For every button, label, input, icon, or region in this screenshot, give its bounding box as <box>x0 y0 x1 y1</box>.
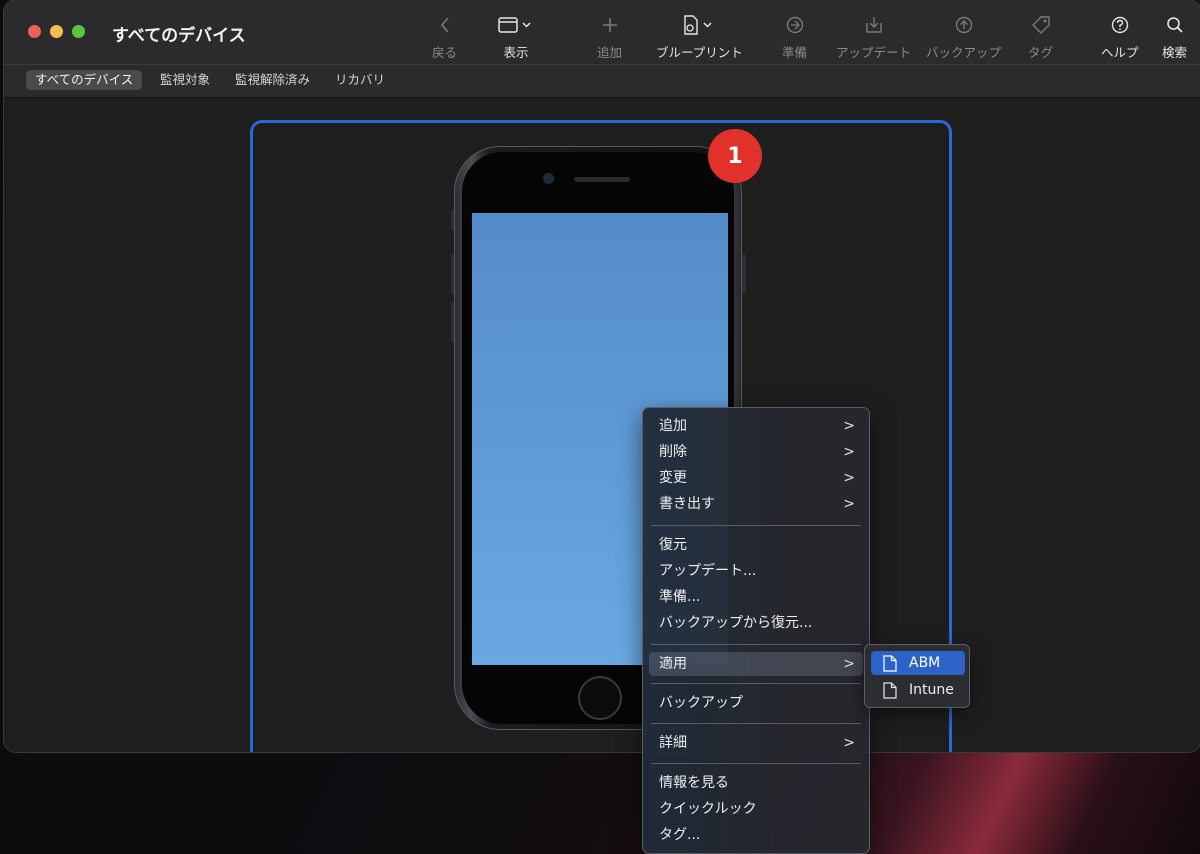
menu-item-label: 書き出す <box>659 496 715 512</box>
filter-tabbar: すべてのデバイス 監視対象 監視解除済み リカバリ <box>4 65 1200 98</box>
front-camera-icon <box>544 174 553 183</box>
zoom-window-button[interactable] <box>72 25 85 38</box>
menu-separator <box>651 763 861 764</box>
menu-item-label: 詳細 <box>659 735 687 751</box>
help-button[interactable]: ヘルプ <box>1101 14 1139 61</box>
blueprint-icon <box>682 14 716 36</box>
backup-button[interactable]: バックアップ <box>926 14 1001 61</box>
add-label: 追加 <box>597 45 623 60</box>
backup-label: バックアップ <box>926 45 1002 60</box>
window-view-icon <box>498 14 534 36</box>
close-window-button[interactable] <box>28 25 41 38</box>
help-label: ヘルプ <box>1101 45 1139 60</box>
menu-separator <box>651 683 861 684</box>
menu-item-add[interactable]: 追加 > <box>649 414 863 438</box>
menu-item-label: 適用 <box>659 656 687 672</box>
window-title: すべてのデバイス <box>112 26 246 46</box>
tag-icon <box>1031 14 1051 36</box>
menu-item-label: 削除 <box>659 444 687 460</box>
chevron-right-icon: > <box>843 470 855 486</box>
chevron-right-icon: > <box>843 496 855 512</box>
menu-separator <box>651 644 861 645</box>
menu-separator <box>651 723 861 724</box>
menu-item-backup[interactable]: バックアップ <box>649 691 863 715</box>
tab-supervised[interactable]: 監視対象 <box>151 70 219 90</box>
tab-unsupervised[interactable]: 監視解除済み <box>226 70 319 90</box>
device-count-badge: 1 <box>708 129 762 183</box>
menu-item-change[interactable]: 変更 > <box>649 466 863 490</box>
chevron-right-icon: > <box>843 444 855 460</box>
menu-item-export[interactable]: 書き出す > <box>649 492 863 516</box>
menu-item-restore[interactable]: 復元 <box>649 533 863 557</box>
submenu-item-intune[interactable]: Intune <box>871 678 965 702</box>
tab-recovery[interactable]: リカバリ <box>326 70 394 90</box>
menu-item-apply[interactable]: 適用 > <box>649 652 863 676</box>
minimize-window-button[interactable] <box>50 25 63 38</box>
chevron-right-icon: > <box>843 418 855 434</box>
menu-separator <box>651 525 861 526</box>
chevron-right-icon: > <box>843 735 855 751</box>
apply-submenu: ABM Intune <box>864 644 970 708</box>
menu-item-update[interactable]: アップデート... <box>649 559 863 583</box>
chevron-left-icon <box>439 14 451 36</box>
document-icon <box>883 682 897 707</box>
toolbar: すべてのデバイス 戻る 表示 追加 ブループリント 準備 アップデート バックア… <box>4 0 1200 65</box>
update-label: アップデート <box>836 45 912 60</box>
tag-label: タグ <box>1028 45 1054 60</box>
help-icon <box>1111 14 1129 36</box>
submenu-item-label: Intune <box>909 682 954 698</box>
context-menu: 追加 > 削除 > 変更 > 書き出す > 復元 アップデート... 準備... バック… <box>642 407 870 854</box>
back-button[interactable]: 戻る <box>432 14 457 61</box>
view-label: 表示 <box>503 45 529 60</box>
home-button <box>578 676 622 720</box>
tab-all-devices[interactable]: すべてのデバイス <box>26 70 143 90</box>
power-button <box>742 254 746 294</box>
plus-icon <box>602 14 618 36</box>
chevron-right-icon: > <box>843 656 855 672</box>
earpiece-speaker <box>574 177 630 182</box>
document-icon <box>883 655 897 680</box>
tag-button[interactable]: タグ <box>1028 14 1053 61</box>
menu-item-restore-from-backup[interactable]: バックアップから復元... <box>649 611 863 635</box>
prepare-icon <box>786 14 804 36</box>
menu-item-prepare[interactable]: 準備... <box>649 585 863 609</box>
menu-item-delete[interactable]: 削除 > <box>649 440 863 464</box>
menu-item-tags[interactable]: タグ... <box>649 823 863 847</box>
backup-icon <box>955 14 973 36</box>
blueprint-label: ブループリント <box>656 45 743 60</box>
blueprint-button[interactable]: ブループリント <box>656 14 743 61</box>
back-label: 戻る <box>432 45 458 60</box>
add-button[interactable]: 追加 <box>597 14 622 61</box>
view-button[interactable]: 表示 <box>498 14 534 61</box>
menu-item-details[interactable]: 詳細 > <box>649 731 863 755</box>
search-label: 検索 <box>1162 45 1188 60</box>
menu-item-quick-look[interactable]: クイックルック <box>649 797 863 821</box>
menu-item-label: 追加 <box>659 418 687 434</box>
prepare-button[interactable]: 準備 <box>782 14 807 61</box>
menu-item-label: 変更 <box>659 470 687 486</box>
update-download-icon <box>865 14 883 36</box>
submenu-item-label: ABM <box>909 655 941 671</box>
menu-item-get-info[interactable]: 情報を見る <box>649 771 863 795</box>
submenu-item-abm[interactable]: ABM <box>871 651 965 675</box>
search-icon <box>1166 14 1184 36</box>
update-button[interactable]: アップデート <box>836 14 911 61</box>
search-button[interactable]: 検索 <box>1162 14 1187 61</box>
prepare-label: 準備 <box>782 45 808 60</box>
